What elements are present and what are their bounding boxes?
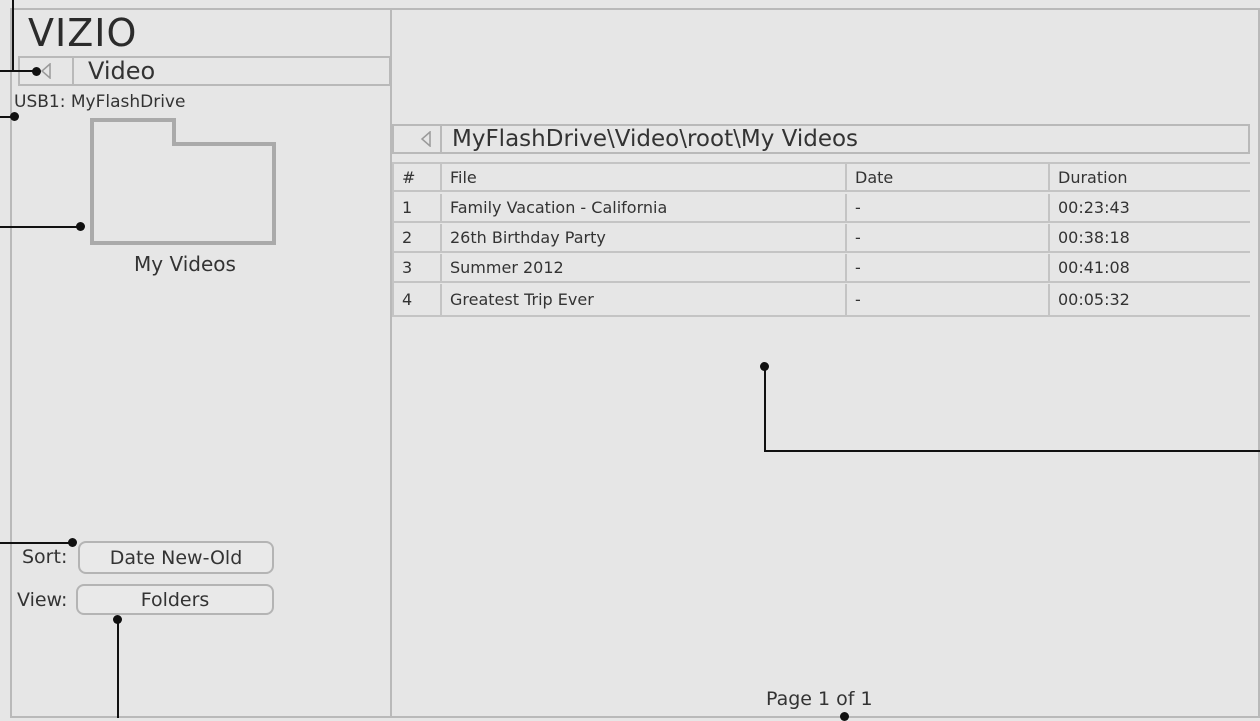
folder-tile[interactable]: My Videos [90,118,280,278]
vizio-logo: VIZIO [28,11,138,55]
sidebar-section-title: Video [88,57,156,85]
left-triangle-icon [40,63,51,79]
path-text: MyFlashDrive\Video\root\My Videos [452,126,859,152]
table-row[interactable]: 1 Family Vacation - California - 00:23:4… [394,194,1250,223]
row-file: Family Vacation - California [442,194,847,221]
row-duration: 00:38:18 [1058,228,1130,247]
header-date: Date [847,164,1050,190]
header-number: # [394,164,442,190]
row-file: 26th Birthday Party [442,224,847,251]
callout-line-sort [0,542,72,544]
view-label: View: [17,589,68,611]
pagination-text: Page 1 of 1 [766,688,873,710]
folder-icon [90,118,276,245]
row-date: - [847,254,1050,281]
row-number: 2 [394,224,442,251]
left-triangle-icon [420,131,431,147]
callout-line-back [0,70,36,72]
row-duration: 00:41:08 [1058,258,1130,277]
callout-dot-pagination [840,712,849,721]
row-date: - [847,194,1050,221]
row-duration: 00:23:43 [1058,198,1130,217]
callout-line-folder [0,226,80,228]
row-duration: 00:05:32 [1058,290,1130,309]
callout-dot-view [113,615,122,624]
callout-line-content-vertical [764,366,766,452]
callout-dot-back [32,67,41,76]
row-number: 4 [394,284,442,315]
callout-line-back-vertical [12,0,14,72]
callout-dot-sort [68,538,77,547]
row-file: Greatest Trip Ever [442,284,847,315]
header-file: File [442,164,847,190]
row-date: - [847,224,1050,251]
table-row[interactable]: 4 Greatest Trip Ever - 00:05:32 [394,284,1250,315]
content-panel [390,8,1260,718]
sort-dropdown[interactable]: Date New-Old [78,541,274,574]
callout-dot-folder [76,222,85,231]
row-number: 1 [394,194,442,221]
source-label: USB1: MyFlashDrive [14,92,186,112]
folder-label: My Videos [134,252,236,276]
header-duration: Duration [1058,167,1128,187]
table-row[interactable]: 3 Summer 2012 - 00:41:08 [394,254,1250,283]
callout-line-view [117,619,119,718]
table-row[interactable]: 2 26th Birthday Party - 00:38:18 [394,224,1250,253]
row-file: Summer 2012 [442,254,847,281]
file-table: # File Date Duration 1 Family Vacation -… [392,162,1250,317]
table-header-row: # File Date Duration [394,164,1250,192]
row-number: 3 [394,254,442,281]
path-back-button[interactable] [412,126,442,152]
view-dropdown[interactable]: Folders [76,584,274,615]
row-date: - [847,284,1050,315]
callout-dot-content [760,362,769,371]
callout-dot-source [10,112,19,121]
sort-label: Sort: [22,546,68,568]
callout-line-content-horizontal [764,450,1260,452]
